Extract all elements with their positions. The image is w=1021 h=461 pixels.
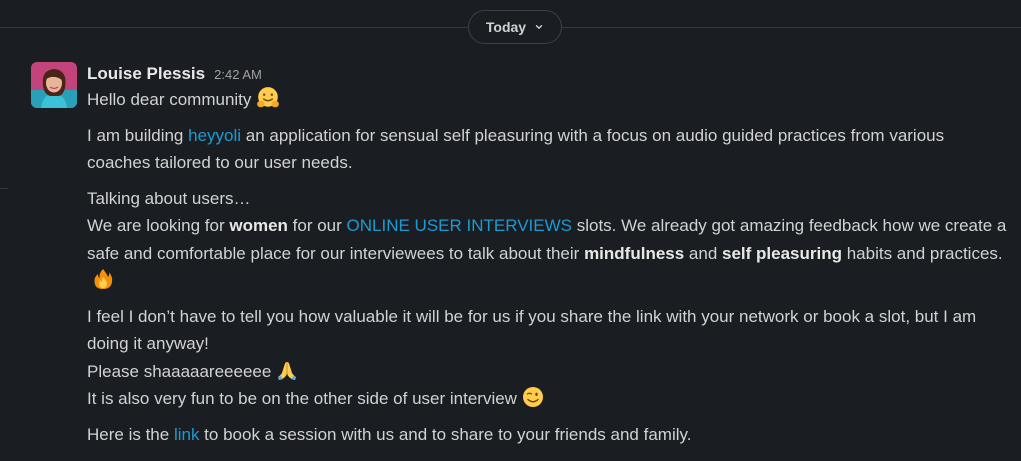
users-text: We are looking for — [87, 216, 230, 235]
fun-text: It is also very fun to be on the other s… — [87, 389, 517, 408]
share-text: I feel I don’t have to tell you how valu… — [87, 306, 977, 354]
message-header: Louise Plessis 2:42 AM — [87, 60, 1012, 86]
fire-emoji — [94, 269, 113, 289]
date-label: Today — [485, 19, 527, 35]
date-divider-button[interactable]: Today — [468, 10, 562, 44]
message: Louise Plessis 2:42 AM Hello dear commun… — [87, 60, 1012, 448]
bold-women: women — [229, 216, 288, 235]
paragraph-link: Here is the link to book a session with … — [87, 421, 1012, 449]
avatar[interactable] — [31, 62, 77, 108]
booking-link[interactable]: link — [174, 425, 200, 444]
online-user-interviews-link[interactable]: ONLINE USER INTERVIEWS — [347, 216, 572, 235]
greeting-text: Hello dear community — [87, 90, 252, 109]
users-heading-text: Talking about users… — [87, 188, 251, 208]
users-text: habits and practices. — [841, 243, 1003, 263]
paragraph-intro: I am building heyyoli an application for… — [87, 122, 1012, 177]
message-greeting: Hello dear community — [87, 86, 1012, 114]
users-text: for our — [287, 216, 347, 235]
link-intro-text: Here is the — [87, 424, 174, 444]
heyyoli-link[interactable]: heyyoli — [188, 126, 241, 145]
bold-self-pleasuring: self pleasuring — [722, 243, 842, 263]
avatar-image — [31, 62, 77, 108]
author-name[interactable]: Louise Plessis — [87, 60, 205, 88]
hugging-face-emoji — [257, 87, 280, 108]
bold-mindfulness: mindfulness — [584, 243, 685, 263]
folded-hands-emoji — [278, 361, 297, 380]
chevron-down-icon — [535, 25, 543, 29]
timestamp[interactable]: 2:42 AM — [214, 61, 262, 89]
link-outro-text: to book a session with us and to share t… — [199, 424, 692, 444]
please-share-text: Please shaaaaareeeeee — [87, 361, 272, 381]
winking-face-emoji — [522, 387, 543, 407]
users-text: and — [684, 243, 722, 263]
separator-fragment — [0, 188, 8, 189]
intro-text: I am building — [87, 125, 189, 145]
paragraph-share: I feel I don’t have to tell you how valu… — [87, 303, 1012, 413]
paragraph-users: Talking about users… We are looking for w… — [87, 185, 1012, 295]
